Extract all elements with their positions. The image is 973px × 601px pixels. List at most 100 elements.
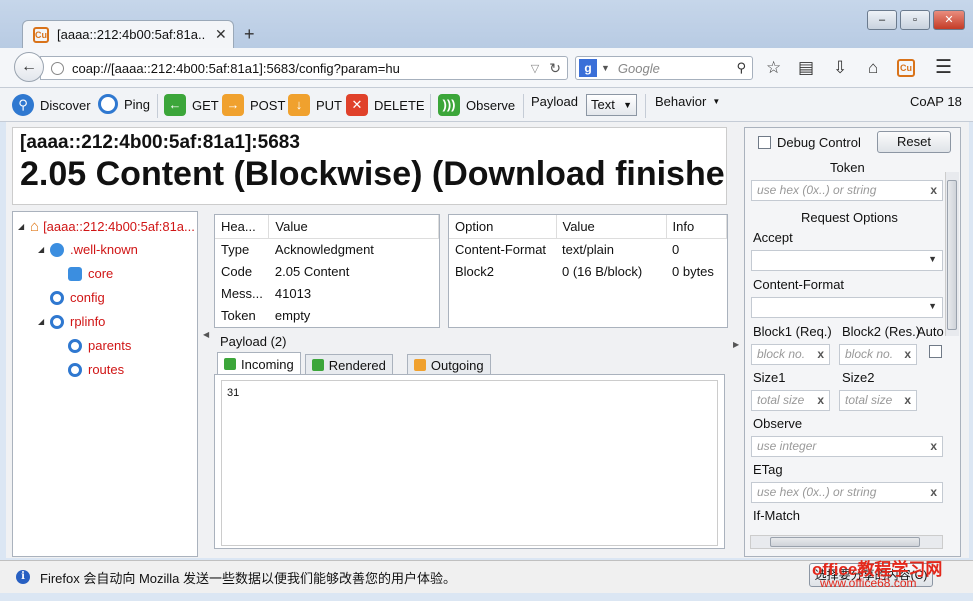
column-header[interactable]: Hea... [215, 215, 270, 239]
clear-icon[interactable]: x [930, 181, 937, 200]
expander-icon[interactable]: ◢ [38, 245, 46, 254]
discover-button[interactable]: ⚲ Discover [12, 94, 91, 116]
token-input[interactable]: use hex (0x..) or string x [751, 180, 943, 201]
tree-node-routes[interactable]: routes [68, 362, 124, 377]
bookmarks-list-icon[interactable]: ▤ [798, 58, 814, 78]
tab-rendered[interactable]: Rendered [304, 354, 393, 375]
clear-icon[interactable]: x [904, 345, 911, 364]
new-tab-button[interactable]: + [244, 24, 255, 45]
auto-label: Auto [917, 324, 944, 339]
copper-favicon-icon: Cu [33, 26, 49, 43]
scrollbar-thumb[interactable] [770, 537, 920, 547]
size1-label: Size1 [753, 370, 786, 385]
reload-icon[interactable]: ↻ [549, 60, 561, 77]
splitter-grip-icon[interactable]: ▶ [733, 340, 739, 349]
payload-textarea[interactable]: 31 [221, 380, 718, 546]
table-row[interactable]: Token empty [215, 304, 439, 326]
put-button[interactable]: ↓ PUT [288, 94, 342, 116]
block1-input[interactable]: block no. x [751, 344, 830, 365]
behavior-menu[interactable]: Behavior ▼ [655, 94, 720, 109]
clear-icon[interactable]: x [904, 391, 911, 410]
scrollbar-thumb[interactable] [947, 180, 957, 330]
tree-node-config[interactable]: config [50, 290, 105, 305]
table-row[interactable]: Content-Format text/plain 0 [449, 238, 727, 260]
clear-icon[interactable]: x [930, 483, 937, 502]
column-header[interactable]: Value [556, 215, 667, 239]
size2-input[interactable]: total size x [839, 390, 917, 411]
search-engine-icon[interactable]: g [579, 59, 597, 77]
info-icon: i [16, 570, 30, 584]
size1-input[interactable]: total size x [751, 390, 830, 411]
outgoing-icon [413, 359, 426, 371]
debug-control-label: Debug Control [777, 135, 861, 150]
column-header[interactable]: Info [666, 215, 727, 239]
table-row[interactable]: Mess... 41013 [215, 282, 439, 304]
minimize-button[interactable]: – [867, 10, 897, 30]
arrow-down-icon: ↓ [288, 94, 310, 116]
tree-root[interactable]: ◢ ⌂ [aaaa::212:4b00:5af:81a... [18, 218, 195, 235]
url-dropdown-icon[interactable]: ▽ [531, 62, 539, 75]
ping-button[interactable]: Ping [98, 94, 150, 114]
tree-node-parents[interactable]: parents [68, 338, 131, 353]
observe-button[interactable]: ))) Observe [438, 94, 515, 116]
debug-control-checkbox[interactable] [758, 136, 771, 149]
table-row[interactable]: Code 2.05 Content [215, 260, 439, 282]
incoming-icon [224, 358, 236, 370]
post-button[interactable]: → POST [222, 94, 285, 116]
reset-button[interactable]: Reset [877, 131, 951, 153]
clear-icon[interactable]: x [930, 437, 937, 456]
column-header[interactable]: Option [449, 215, 557, 239]
server-address: [aaaa::212:4b00:5af:81a1]:5683 [20, 132, 300, 153]
block1-label: Block1 (Req.) [753, 324, 832, 339]
tab-incoming[interactable]: Incoming [217, 352, 301, 375]
tab-close-icon[interactable]: ✕ [215, 26, 227, 43]
tree-node-rplinfo[interactable]: ◢ rplinfo [38, 314, 105, 329]
clear-icon[interactable]: x [817, 345, 824, 364]
content-format-select[interactable]: ▼ [751, 297, 943, 318]
copper-addon-icon[interactable]: Cu [897, 59, 915, 77]
search-box[interactable]: g ▼ Google ⚲ [575, 56, 753, 80]
chevron-down-icon: ▼ [928, 301, 937, 311]
resource-icon [68, 362, 82, 377]
tree-splitter[interactable] [201, 211, 207, 557]
search-input[interactable]: Google [618, 61, 737, 76]
menu-icon[interactable]: ☰ [935, 56, 952, 79]
browser-tab[interactable]: Cu [aaaa::212:4b00:5af:81a... ✕ [22, 20, 234, 48]
block2-input[interactable]: block no. x [839, 344, 917, 365]
request-options-label: Request Options [801, 210, 898, 225]
tree-node-core[interactable]: core [68, 266, 113, 281]
etag-input[interactable]: use hex (0x..) or string x [751, 482, 943, 503]
expander-icon[interactable]: ◢ [38, 317, 46, 326]
size2-label: Size2 [842, 370, 875, 385]
tree-node-well-known[interactable]: ◢ .well-known [38, 242, 138, 257]
home-icon[interactable]: ⌂ [868, 58, 878, 78]
payload-format-select[interactable]: Text ▼ [586, 94, 637, 116]
delete-button[interactable]: ✕ DELETE [346, 94, 425, 116]
globe-icon [51, 61, 64, 75]
token-label: Token [830, 160, 865, 175]
back-button[interactable]: ← [14, 52, 44, 82]
header-table: Hea... Value Type Acknowledgment Code 2.05 … [214, 214, 440, 328]
ping-icon [98, 94, 118, 114]
search-engine-dropdown-icon[interactable]: ▼ [601, 63, 610, 73]
maximize-button[interactable]: ▫ [900, 10, 930, 30]
get-button[interactable]: ← GET [164, 94, 219, 116]
coap-version: CoAP 18 [910, 94, 962, 109]
tab-outgoing[interactable]: Outgoing [406, 354, 491, 375]
expander-icon[interactable]: ◢ [18, 222, 26, 231]
search-icon[interactable]: ⚲ [736, 60, 746, 76]
table-row[interactable]: Block2 0 (16 B/block) 0 bytes [449, 260, 727, 282]
auto-checkbox[interactable] [929, 345, 942, 358]
resource-icon [68, 338, 82, 353]
bookmark-star-icon[interactable]: ☆ [766, 58, 781, 78]
clear-icon[interactable]: x [817, 391, 824, 410]
close-window-button[interactable]: ✕ [933, 10, 965, 30]
accept-select[interactable]: ▼ [751, 250, 943, 271]
resource-tree[interactable] [12, 211, 198, 557]
url-bar[interactable]: coap://[aaaa::212:4b00:5af:81a1]:5683/co… [40, 56, 568, 80]
observe-input[interactable]: use integer x [751, 436, 943, 457]
splitter-grip-icon[interactable]: ◀ [203, 330, 209, 339]
column-header[interactable]: Value [268, 215, 439, 239]
downloads-icon[interactable]: ⇩ [833, 58, 847, 78]
table-row[interactable]: Type Acknowledgment [215, 238, 439, 260]
